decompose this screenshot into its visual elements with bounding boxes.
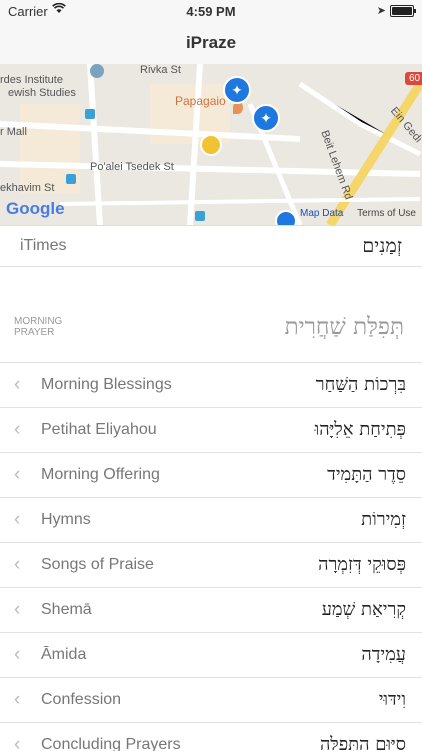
chevron-left-icon: ‹ xyxy=(14,509,21,530)
map-label: ekhavim St xyxy=(0,182,55,194)
itimes-label: iTimes xyxy=(20,237,67,254)
map-data-link[interactable]: Map Data xyxy=(300,208,343,219)
map-label: Rivka St xyxy=(140,64,181,76)
page-title: iPraze xyxy=(185,33,237,52)
map-label: rdes Institute xyxy=(0,74,63,86)
location-arrow-icon: ➤ xyxy=(376,5,386,17)
list-item[interactable]: ‹ Concluding Prayers סִיּוּם הַתְּפִלָּה xyxy=(0,722,422,751)
list-item-hebrew: קְרִיאַת שְׁמַע xyxy=(321,599,406,620)
navigation-bar: iPraze xyxy=(0,22,422,65)
list-item[interactable]: ‹ Morning Offering סֵדֶר הַתָּמִיד xyxy=(0,452,422,498)
list-item-label: Āmida xyxy=(41,646,87,663)
terms-of-use-link[interactable]: Terms of Use xyxy=(357,208,416,219)
list-item[interactable]: ‹ Morning Blessings בִּרְכוֹת הַשַּׁחַר xyxy=(0,362,422,408)
transit-icon[interactable] xyxy=(195,211,205,221)
synagogue-pin-icon[interactable]: ✦ xyxy=(252,104,280,132)
chevron-left-icon: ‹ xyxy=(14,734,21,751)
route-shield: 60 xyxy=(405,72,422,85)
list-item-hebrew: זְמִירוֹת xyxy=(361,509,406,530)
map-label: Po'alei Tsedek St xyxy=(90,161,174,173)
map-view[interactable]: rdes Institute ewish Studies r Mall Po'a… xyxy=(0,64,422,226)
list-item-hebrew: פְּתִיחַת אֵלִיָּהוּ xyxy=(314,419,406,440)
itimes-hebrew-label: זְמַנִים xyxy=(362,235,402,257)
list-item-label: Confession xyxy=(41,691,122,708)
transit-icon[interactable] xyxy=(85,109,95,119)
synagogue-pin-icon[interactable] xyxy=(275,210,297,225)
list-item-label: Songs of Praise xyxy=(41,556,154,573)
map-marker-icon[interactable] xyxy=(90,64,104,78)
list-item-label: Hymns xyxy=(41,511,91,528)
list-item[interactable]: ‹ Confession וִידּוּי xyxy=(0,677,422,723)
section-title-line: MORNING xyxy=(14,316,63,327)
section-header-morning-prayer: MORNING PRAYER תְּפִלַּת שַׁחֲרִית xyxy=(0,306,422,362)
list-item-hebrew: סֵדֶר הַתָּמִיד xyxy=(327,464,406,485)
chevron-left-icon: ‹ xyxy=(14,644,21,665)
current-location-pin-icon[interactable] xyxy=(200,134,222,156)
itimes-row[interactable]: iTimes זְמַנִים xyxy=(0,226,422,267)
clock: 4:59 PM xyxy=(186,4,236,19)
list-item-hebrew: פְּסוּקֵי דְּזִמְרָה xyxy=(318,554,406,575)
google-logo: Google xyxy=(6,199,65,218)
chevron-left-icon: ‹ xyxy=(14,599,21,620)
chevron-left-icon: ‹ xyxy=(14,689,21,710)
list-item-hebrew: עֲמִידָה xyxy=(361,644,406,665)
list-item[interactable]: ‹ Āmida עֲמִידָה xyxy=(0,632,422,678)
list-item-hebrew: וִידּוּי xyxy=(378,689,406,710)
list-item-hebrew: בִּרְכוֹת הַשַּׁחַר xyxy=(315,374,406,395)
synagogue-pin-icon[interactable]: ✦ xyxy=(223,76,251,104)
list-item-label: Morning Offering xyxy=(41,466,160,483)
list-item[interactable]: ‹ Hymns זְמִירוֹת xyxy=(0,497,422,543)
list-item-label: Petihat Eliyahou xyxy=(41,421,157,438)
list-item-label: Morning Blessings xyxy=(41,376,172,393)
chevron-left-icon: ‹ xyxy=(14,464,21,485)
chevron-left-icon: ‹ xyxy=(14,419,21,440)
map-poi-label[interactable]: Papagaio xyxy=(175,94,226,108)
list-item[interactable]: ‹ Shemā קְרִיאַת שְׁמַע xyxy=(0,587,422,633)
list-item[interactable]: ‹ Songs of Praise פְּסוּקֵי דְּזִמְרָה xyxy=(0,542,422,588)
list-item-label: Shemā xyxy=(41,601,92,618)
map-label: ewish Studies xyxy=(8,87,76,99)
transit-icon[interactable] xyxy=(66,174,76,184)
list-item-hebrew: סִיּוּם הַתְּפִלָּה xyxy=(319,734,406,751)
list-item[interactable]: ‹ Petihat Eliyahou פְּתִיחַת אֵלִיָּהוּ xyxy=(0,407,422,453)
section-hebrew-title: תְּפִלַּת שַׁחֲרִית xyxy=(284,314,404,340)
status-bar: Carrier 4:59 PM ➤ xyxy=(0,0,422,22)
list-item-label: Concluding Prayers xyxy=(41,736,181,751)
section-title-line: PRAYER xyxy=(14,327,55,338)
chevron-left-icon: ‹ xyxy=(14,554,21,575)
battery-icon xyxy=(390,5,416,17)
map-label: r Mall xyxy=(0,126,27,138)
section-title: MORNING PRAYER xyxy=(14,316,84,338)
chevron-left-icon: ‹ xyxy=(14,374,21,395)
